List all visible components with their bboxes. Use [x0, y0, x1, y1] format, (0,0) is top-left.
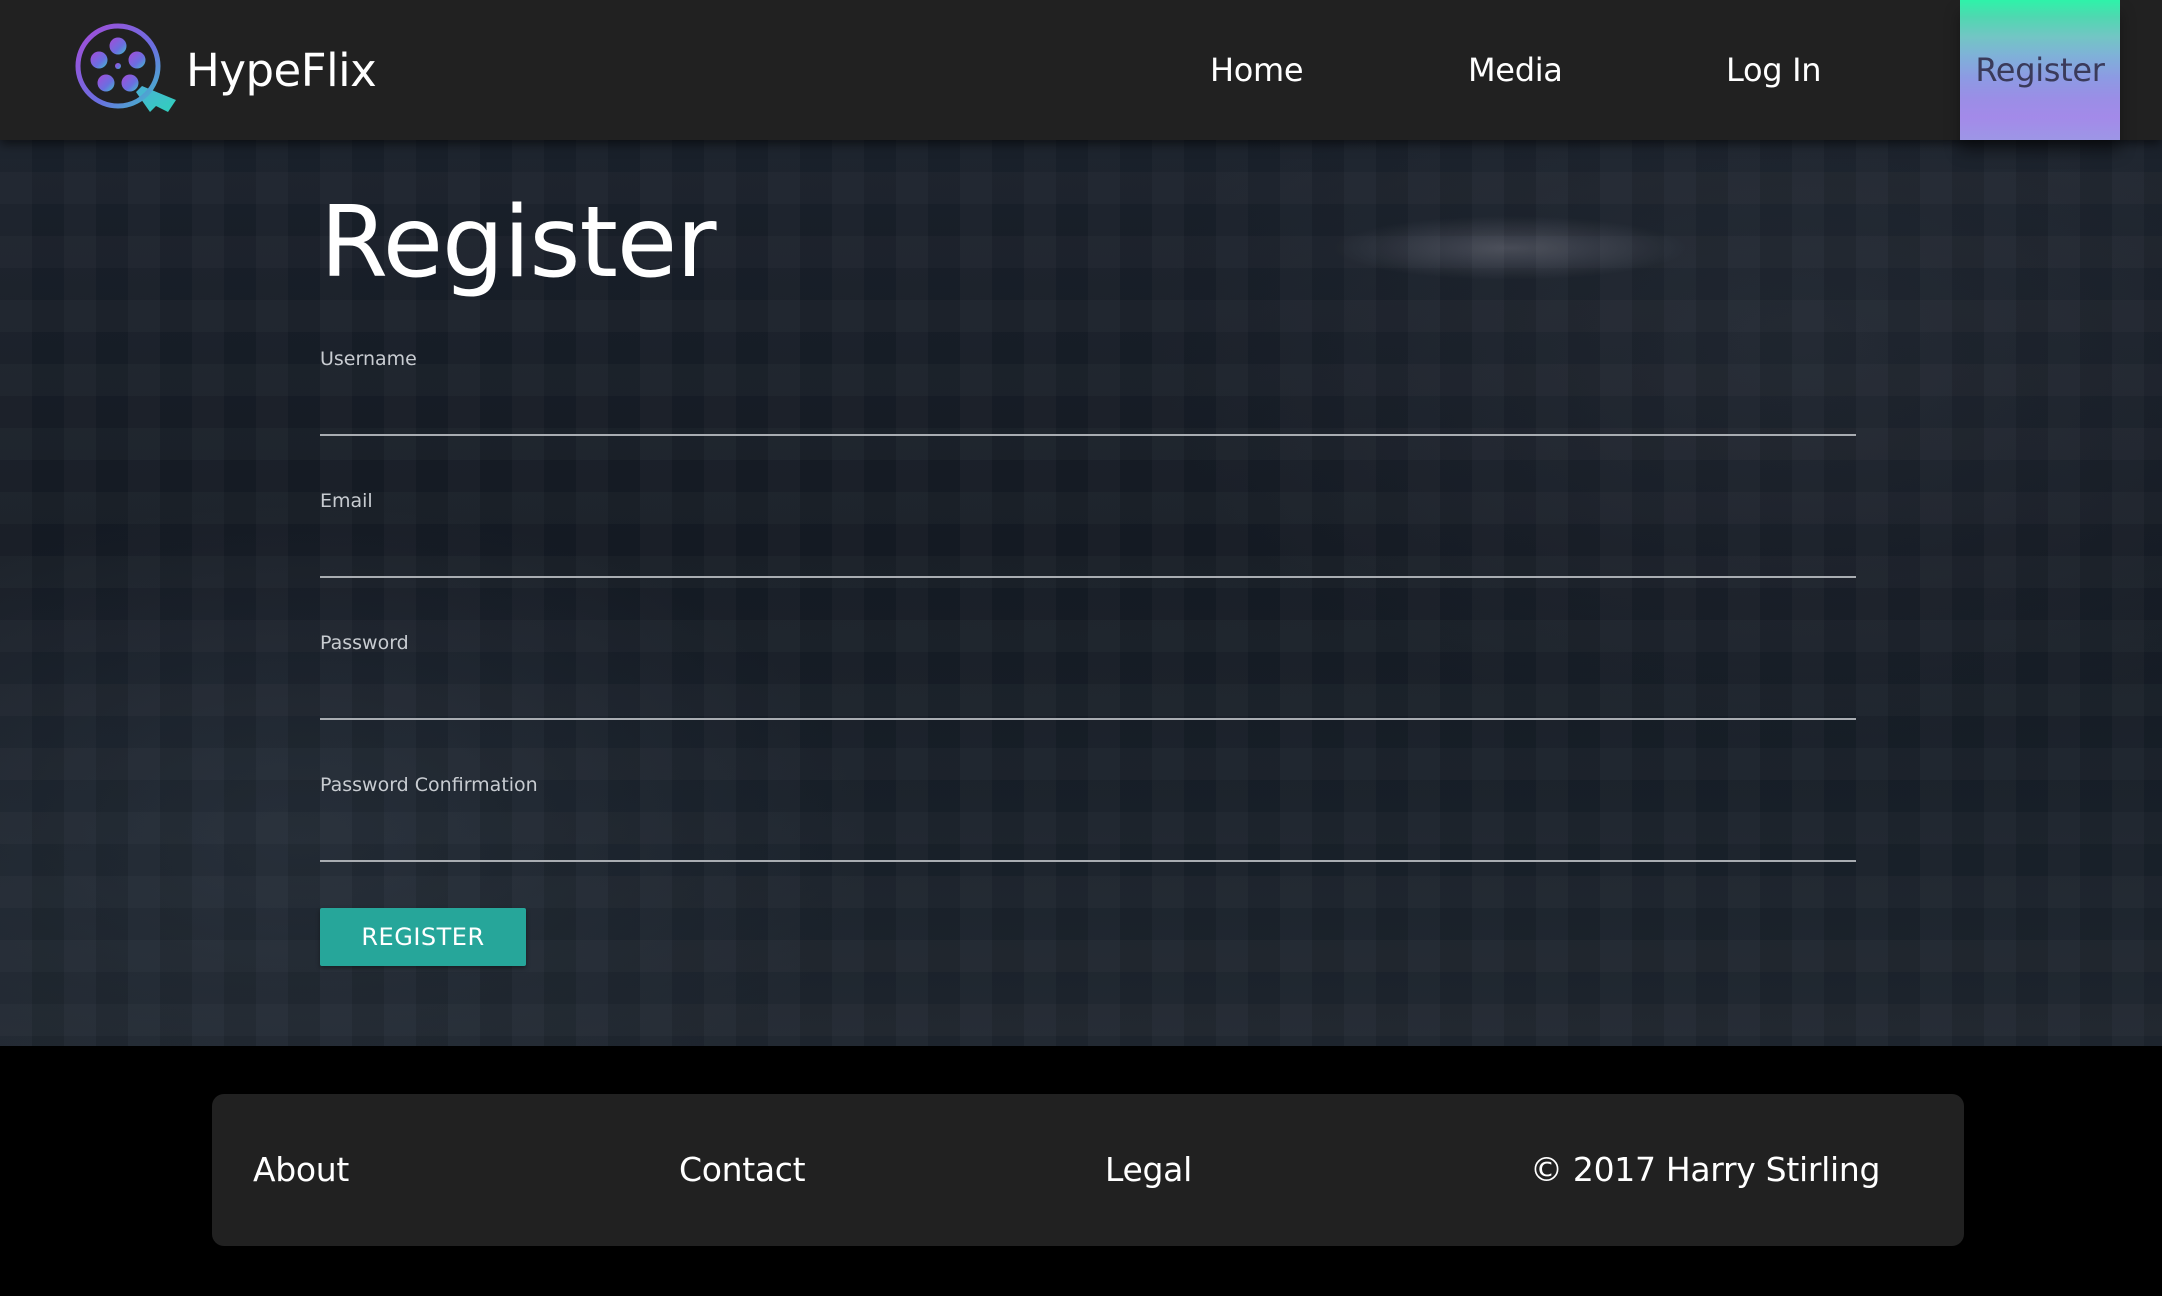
nav-log-in[interactable]: Log In — [1726, 0, 1822, 140]
nav-home[interactable]: Home — [1210, 0, 1304, 140]
password-field-group: Password — [320, 632, 1856, 742]
top-navbar: HypeFlix Home Media Log In Register — [0, 0, 2162, 140]
footer-contact-link[interactable]: Contact — [679, 1094, 806, 1246]
password-input[interactable] — [320, 676, 1856, 720]
footer-card: About Contact Legal © 2017 Harry Stirlin… — [212, 1094, 1964, 1246]
film-reel-icon — [75, 23, 176, 112]
email-label: Email — [320, 490, 373, 512]
footer: About Contact Legal © 2017 Harry Stirlin… — [0, 1046, 2162, 1296]
page-title: Register — [320, 186, 716, 300]
password-confirmation-field-group: Password Confirmation — [320, 774, 1856, 884]
username-label: Username — [320, 348, 417, 370]
footer-about-link[interactable]: About — [253, 1094, 349, 1246]
email-field-group: Email — [320, 490, 1856, 600]
nav-media[interactable]: Media — [1468, 0, 1563, 140]
password-label: Password — [320, 632, 409, 654]
register-button[interactable]: REGISTER — [320, 908, 526, 966]
email-input[interactable] — [320, 534, 1856, 578]
password-confirmation-input[interactable] — [320, 818, 1856, 862]
brand-link[interactable]: HypeFlix — [72, 20, 377, 120]
password-confirmation-label: Password Confirmation — [320, 774, 538, 796]
username-field-group: Username — [320, 348, 1856, 458]
brand-name: HypeFlix — [186, 43, 377, 97]
username-input[interactable] — [320, 392, 1856, 436]
copyright-text: © 2017 Harry Stirling — [1530, 1150, 1881, 1189]
footer-legal-link[interactable]: Legal — [1105, 1094, 1192, 1246]
nav-register[interactable]: Register — [1960, 0, 2120, 140]
register-section: Register Username Email Password Passwor… — [0, 140, 2162, 1046]
